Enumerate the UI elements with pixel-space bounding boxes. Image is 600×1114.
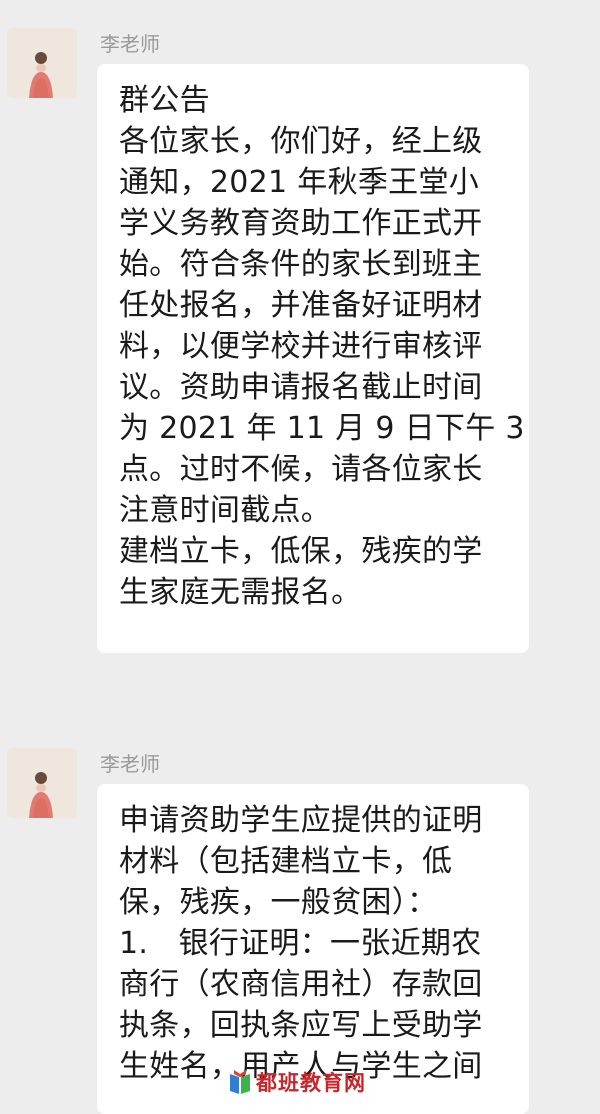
message-line: 生家庭无需报名。	[119, 575, 362, 610]
watermark-text: 都班教育网	[256, 1071, 366, 1095]
book-logo-icon	[230, 1070, 250, 1094]
message-line: 群公告	[119, 83, 210, 118]
message-line: 注意时间截点。	[119, 493, 332, 528]
message-bubble[interactable]: 群公告 各位家长，你们好，经上级 通知，2021 年秋季王堂小 学义务教育资助工…	[97, 64, 529, 653]
message-line: 申请资助学生应提供的证明	[119, 803, 483, 838]
watermark: 都班教育网	[228, 1062, 368, 1102]
avatar[interactable]	[7, 748, 77, 818]
avatar[interactable]	[7, 28, 77, 98]
sender-name: 李老师	[100, 752, 160, 776]
message-line: 议。资助申请报名截止时间	[119, 370, 483, 405]
message-line: 料，以便学校并进行审核评	[119, 329, 483, 364]
message-line: 始。符合条件的家长到班主	[119, 247, 483, 282]
person-avatar-icon	[7, 28, 77, 98]
message-line: 各位家长，你们好，经上级	[119, 124, 483, 159]
message-line: 学义务教育资助工作正式开	[119, 206, 483, 241]
message-line: 材料（包括建档立卡，低	[119, 844, 453, 879]
message-line: 点。过时不候，请各位家长	[119, 452, 483, 487]
message-line: 为 2021 年 11 月 9 日下午 3	[119, 411, 525, 446]
message-line: 建档立卡，低保，残疾的学	[119, 534, 483, 569]
message-line: 任处报名，并准备好证明材	[119, 288, 483, 323]
message-line: 执条，回执条应写上受助学	[119, 1008, 483, 1043]
message-line: 商行（农商信用社）存款回	[119, 967, 483, 1002]
person-avatar-icon	[7, 748, 77, 818]
message-line: 通知，2021 年秋季王堂小	[119, 165, 480, 200]
message-line: 1. 银行证明：一张近期农	[119, 926, 482, 961]
message-line: 保，残疾，一般贫困）：	[119, 885, 438, 920]
sender-name: 李老师	[100, 32, 160, 56]
